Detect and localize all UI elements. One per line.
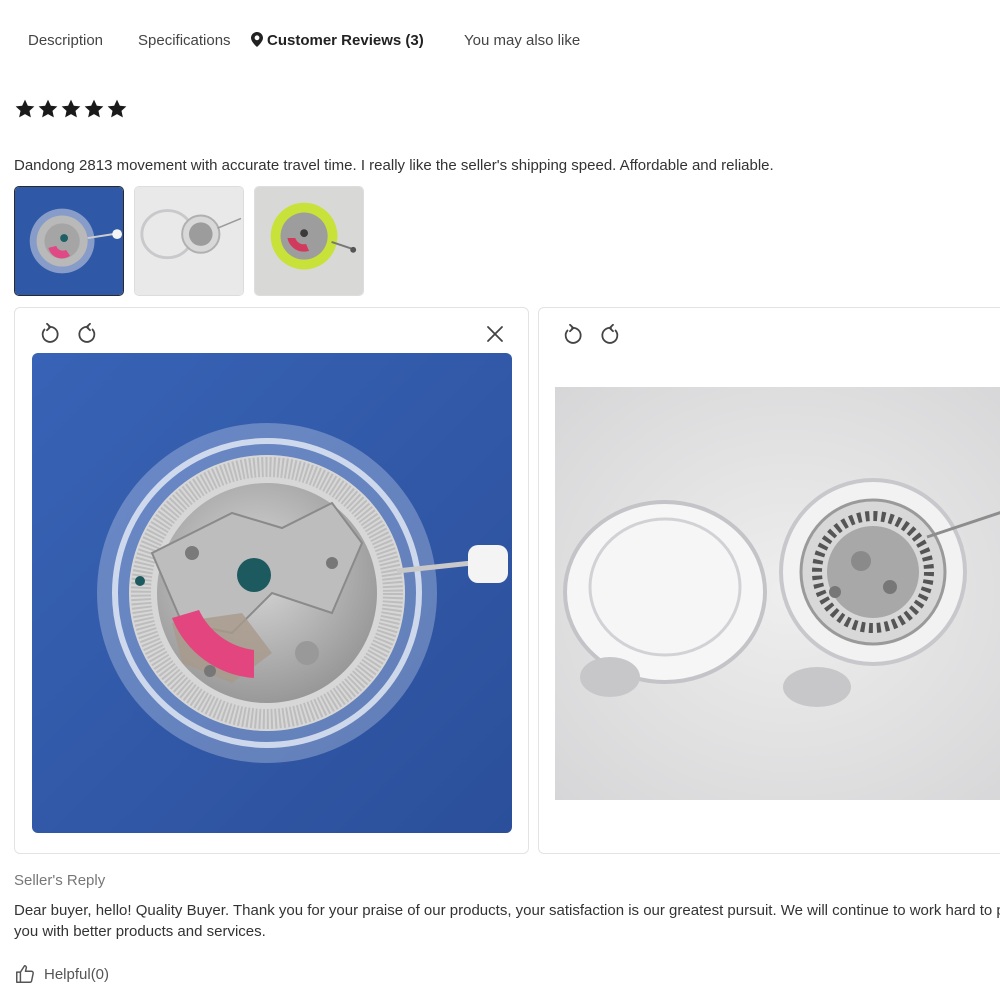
rotate-left-icon[interactable]	[560, 323, 584, 347]
rotate-right-icon[interactable]	[76, 322, 100, 346]
tab-specifications[interactable]: Specifications	[138, 28, 231, 54]
image-viewer-right	[538, 307, 1000, 854]
seller-reply-text: Dear buyer, hello! Quality Buyer. Thank …	[14, 902, 1000, 940]
rating-stars	[14, 97, 128, 123]
star-icon	[38, 99, 58, 118]
review-thumbnail-3[interactable]	[254, 186, 364, 296]
rotate-right-icon[interactable]	[599, 323, 623, 347]
close-icon[interactable]	[483, 322, 507, 346]
review-photo-main	[32, 353, 512, 833]
helpful-button[interactable]: Helpful(0)	[14, 962, 109, 986]
star-icon	[84, 99, 104, 118]
helpful-label: Helpful(0)	[44, 965, 110, 983]
star-icon	[15, 99, 35, 118]
tab-you-may-also-like[interactable]: You may also like	[464, 28, 580, 54]
tab-customer-reviews-label: Customer Reviews (3)	[267, 32, 424, 49]
rotate-left-icon[interactable]	[37, 322, 61, 346]
star-icon	[61, 99, 81, 118]
review-thumbnails	[14, 186, 364, 296]
review-text: Dandong 2813 movement with accurate trav…	[14, 157, 774, 174]
image-viewer-left	[14, 307, 529, 854]
review-tabs: Description Specifications Customer Revi…	[0, 28, 1000, 54]
tab-description[interactable]: Description	[28, 28, 103, 54]
thumbs-up-icon	[16, 965, 34, 983]
tab-customer-reviews[interactable]: Customer Reviews (3)	[251, 28, 424, 54]
review-thumbnail-1[interactable]	[14, 186, 124, 296]
star-icon	[107, 99, 127, 118]
location-pin-icon	[251, 32, 263, 47]
review-thumbnail-2[interactable]	[134, 186, 244, 296]
seller-reply-label: Seller's Reply	[14, 872, 106, 889]
review-photo-secondary	[555, 387, 1000, 800]
